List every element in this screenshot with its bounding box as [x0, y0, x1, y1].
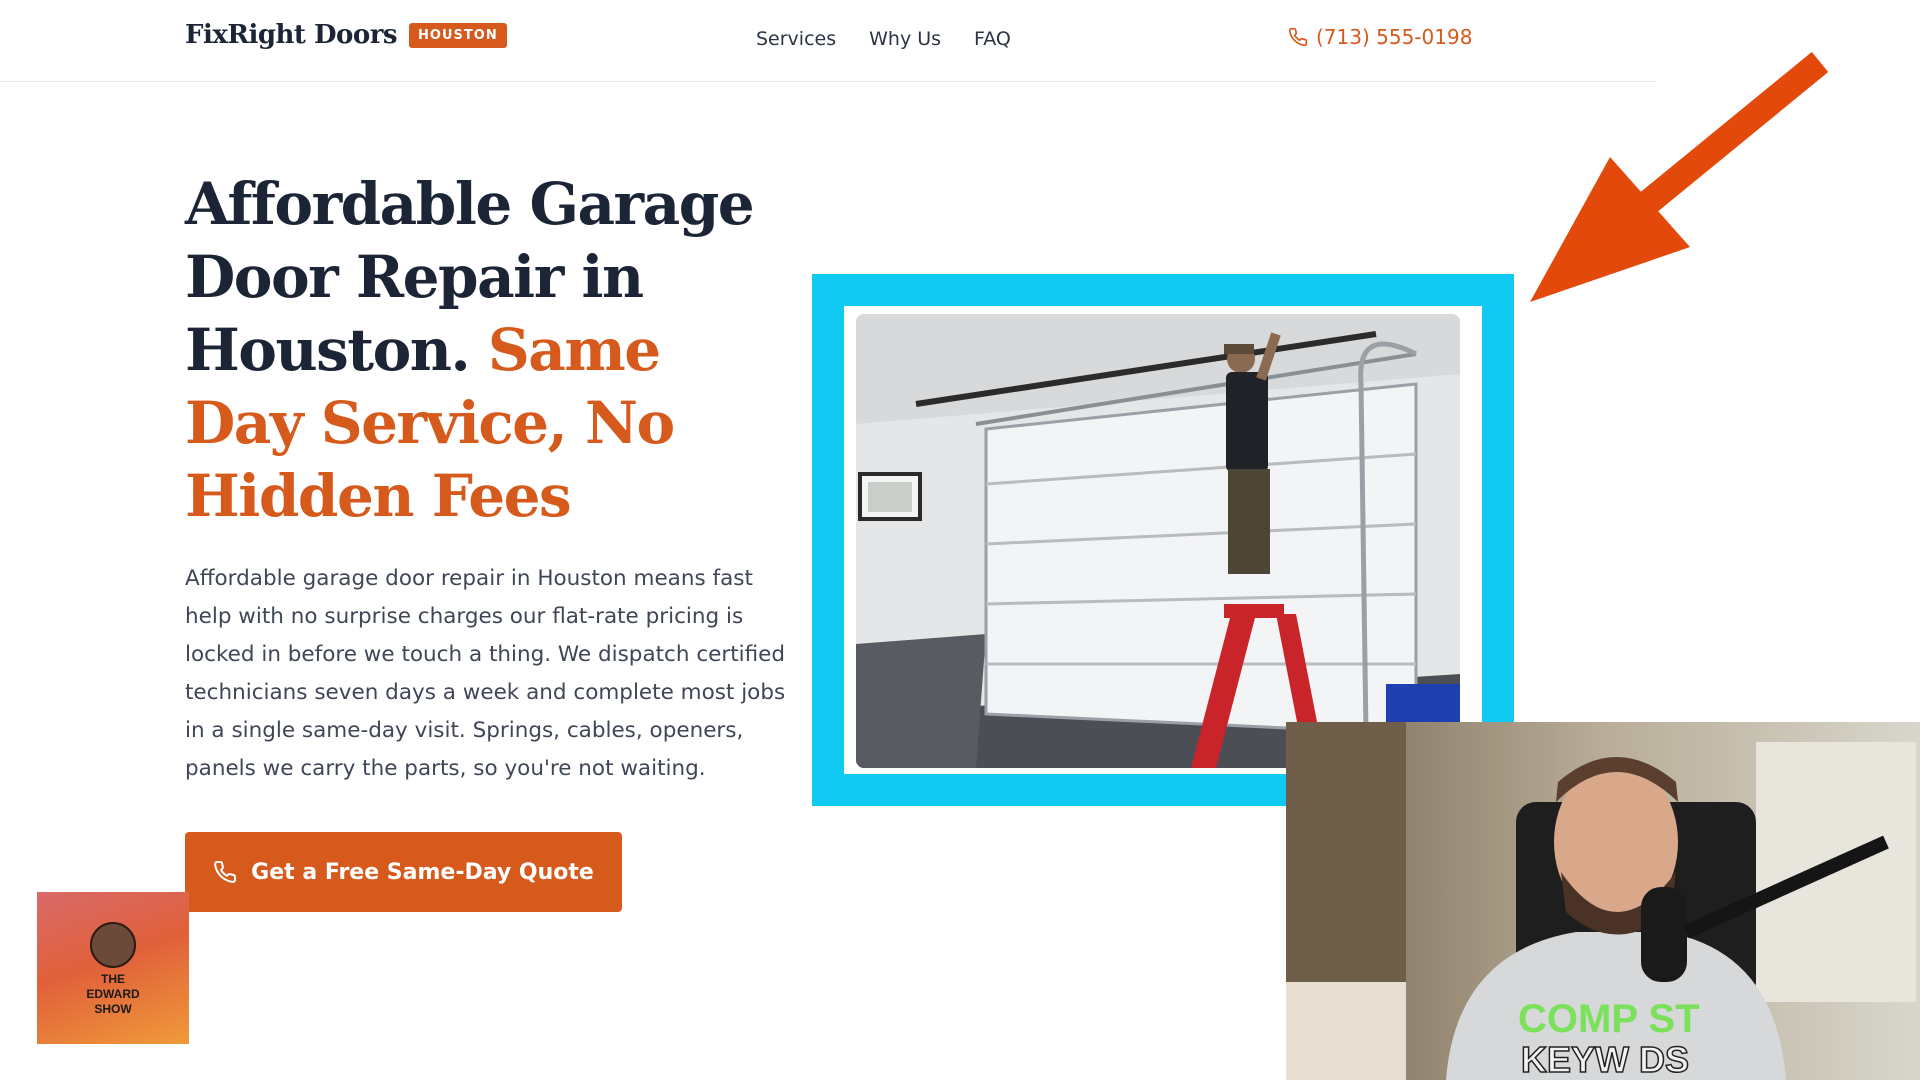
- show-logo-text: THE EDWARD SHOW: [86, 972, 139, 1017]
- nav-item-faq[interactable]: FAQ: [974, 28, 1011, 50]
- phone-icon: [214, 860, 237, 883]
- hero-description: Affordable garage door repair in Houston…: [185, 566, 786, 781]
- garage-door-repair-photo: [856, 314, 1460, 768]
- hero-title-main: Affordable Garage Door Repair in Houston…: [185, 170, 755, 384]
- shirt-text-1: COMP ST: [1518, 997, 1700, 1041]
- nav-item-services[interactable]: Services: [756, 28, 836, 50]
- brand[interactable]: FixRight Doors HOUSTON: [185, 20, 507, 50]
- hero-title: Affordable Garage Door Repair in Houston…: [185, 168, 785, 533]
- free-quote-button[interactable]: Get a Free Same-Day Quote: [185, 832, 622, 912]
- main-nav: Services Why Us FAQ: [756, 28, 1011, 50]
- arrow-annotation: [1530, 52, 1829, 302]
- show-logo-line-1: THE: [101, 972, 125, 986]
- phone-number[interactable]: (713) 555-0198: [1316, 25, 1472, 49]
- show-logo-line-3: SHOW: [94, 1002, 132, 1016]
- shirt-text-2: KEYW DS: [1521, 1039, 1689, 1080]
- phone-icon: [1288, 27, 1308, 47]
- presenter-illustration: COMP ST KEYW DS: [1286, 722, 1920, 1080]
- hero-image-card: [844, 306, 1482, 774]
- garage-photo-illustration: [856, 314, 1460, 768]
- nav-item-why-us[interactable]: Why Us: [869, 28, 941, 50]
- city-badge: HOUSTON: [409, 22, 507, 48]
- show-logo-avatar: [90, 922, 136, 968]
- show-logo: THE EDWARD SHOW: [37, 892, 189, 1044]
- brand-name[interactable]: FixRight Doors: [185, 20, 398, 50]
- show-logo-line-2: EDWARD: [86, 987, 140, 1001]
- free-quote-label[interactable]: Get a Free Same-Day Quote: [251, 860, 594, 885]
- presenter-webcam-overlay: COMP ST KEYW DS: [1286, 722, 1920, 1080]
- site-header: FixRight Doors HOUSTON Services Why Us F…: [0, 0, 1656, 82]
- header-phone-link[interactable]: (713) 555-0198: [1288, 25, 1472, 49]
